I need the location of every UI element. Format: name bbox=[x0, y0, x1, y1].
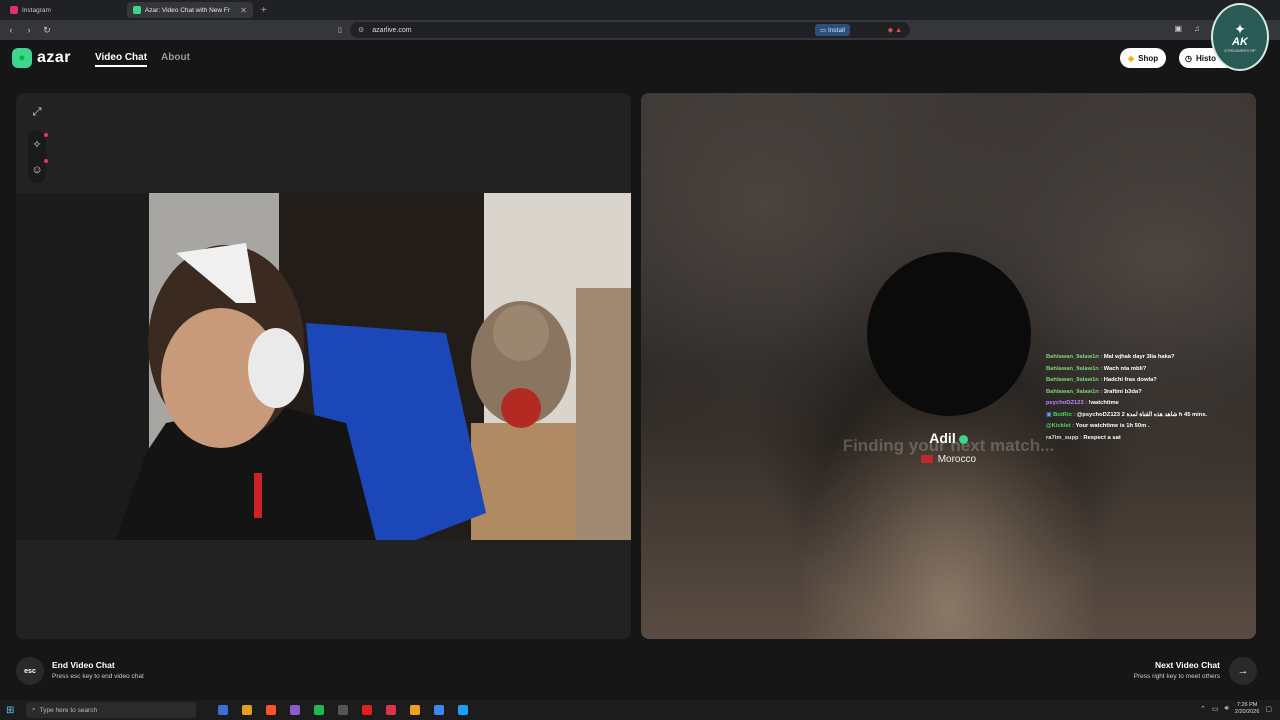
address-bar[interactable]: ▯ ⚙ azarlive.com ▭ Install ◆ ▲ bbox=[338, 22, 910, 38]
partner-avatar bbox=[867, 252, 1031, 416]
notification-dot bbox=[44, 133, 48, 137]
chat-message: Bahlawan_9alaw1n : Hadchi fras dowla? bbox=[1046, 377, 1157, 383]
back-icon[interactable]: ‹ bbox=[4, 25, 18, 35]
chat-message: @Kicklet : Your watchtime is 1h 50m . bbox=[1046, 423, 1150, 429]
instagram-favicon-icon bbox=[10, 6, 18, 14]
media-icon[interactable]: ♫ bbox=[1194, 24, 1200, 33]
magic-wand-icon[interactable]: ✧ bbox=[28, 133, 48, 153]
azar-favicon-icon bbox=[132, 6, 141, 14]
chat-message: psychoDZ123 : !watchtime bbox=[1046, 400, 1119, 406]
morocco-flag-icon bbox=[920, 455, 933, 464]
azar-logo[interactable]: ● azar bbox=[12, 48, 71, 68]
chat-message: ▣ BotRix : @psychoDZ123 2 شاهد هذه القنا… bbox=[1046, 411, 1208, 418]
install-button[interactable]: ▭ Install bbox=[815, 24, 850, 36]
nav-about[interactable]: About bbox=[161, 52, 190, 67]
notification-dot bbox=[44, 159, 48, 163]
effects-toolbar: ✧ ☺ bbox=[28, 131, 48, 183]
bookmark-icon[interactable]: ▯ bbox=[338, 26, 342, 34]
close-tab-icon[interactable]: ✕ bbox=[240, 6, 247, 15]
browser-tab-bar: Instagram Azar: Video Chat with New Fr ✕… bbox=[0, 0, 1280, 20]
chat-message: ra7im_supp : Respect a sat bbox=[1046, 434, 1121, 441]
video-tools: ⤢ ✧ ☺ bbox=[28, 103, 48, 183]
bot-icon: ▣ bbox=[1046, 411, 1052, 418]
verified-icon bbox=[958, 434, 968, 444]
taskbar-app-icon[interactable] bbox=[410, 705, 420, 715]
taskbar-apps bbox=[218, 705, 468, 715]
badge-title: AK bbox=[1232, 35, 1248, 48]
reload-icon[interactable]: ↻ bbox=[40, 25, 54, 36]
taskbar-app-icon[interactable] bbox=[290, 705, 300, 715]
badge-subtitle: STREAMERS RP bbox=[1224, 47, 1256, 53]
end-chat-hint: Press esc key to end video chat bbox=[52, 673, 144, 680]
next-chat-hint: Press right key to meet others bbox=[1133, 673, 1220, 680]
browser-toolbar: ‹ › ↻ ▯ ⚙ azarlive.com ▭ Install ◆ ▲ ▣ ♫ bbox=[0, 20, 1280, 40]
end-chat-title: End Video Chat bbox=[52, 660, 115, 670]
next-chat-button[interactable]: → bbox=[1229, 657, 1257, 685]
chat-message: Bahlawan_9alaw1n : Mal wjhak dayr 3lia h… bbox=[1046, 354, 1175, 360]
taskbar-app-icon[interactable] bbox=[218, 705, 228, 715]
clock-icon: ◷ bbox=[1185, 53, 1192, 63]
site-info-icon[interactable]: ⚙ bbox=[358, 26, 364, 34]
network-icon[interactable]: ▭ bbox=[1212, 705, 1219, 713]
forward-icon[interactable]: › bbox=[22, 25, 36, 35]
logo-text: azar bbox=[37, 49, 72, 66]
plus-icon[interactable]: + bbox=[261, 5, 267, 16]
webcam-feed bbox=[16, 193, 631, 540]
nav-video-chat[interactable]: Video Chat bbox=[95, 52, 148, 67]
clock[interactable]: 7:26 PM 2/20/2026 bbox=[1235, 702, 1259, 716]
taskbar-app-icon[interactable] bbox=[338, 705, 348, 715]
taskbar-app-icon[interactable] bbox=[434, 705, 444, 715]
end-chat-button[interactable]: esc bbox=[16, 657, 44, 685]
tab-instagram[interactable]: Instagram bbox=[4, 2, 57, 18]
azar-logo-icon: ● bbox=[12, 48, 32, 68]
gem-icon: ◆ bbox=[1128, 53, 1135, 63]
stream-chat-overlay: Bahlawan_9alaw1n : Mal wjhak dayr 3lia h… bbox=[1046, 352, 1246, 444]
brave-shield-icon[interactable]: ◆ ▲ bbox=[888, 26, 902, 34]
taskbar-app-icon[interactable] bbox=[266, 705, 276, 715]
chevron-up-icon[interactable]: ⌃ bbox=[1200, 705, 1206, 713]
sticker-icon[interactable]: ☺ bbox=[28, 159, 48, 179]
sidebar-icon[interactable]: ▣ bbox=[1174, 24, 1182, 33]
arrow-right-icon: → bbox=[1237, 665, 1249, 677]
eagle-icon: ✦ bbox=[1234, 20, 1246, 37]
taskbar-app-icon[interactable] bbox=[242, 705, 252, 715]
site-header: ● azar Video Chat About ◆ Shop ◷ Histo bbox=[0, 40, 1280, 78]
system-tray: ⌃ ▭ 🔊︎ 7:26 PM 2/20/2026 ▢ bbox=[1200, 702, 1272, 716]
expand-icon[interactable]: ⤢ bbox=[28, 103, 46, 121]
tab-azar[interactable]: Azar: Video Chat with New Fr ✕ bbox=[126, 2, 253, 18]
url-text: azarlive.com bbox=[372, 26, 412, 34]
webcam-scene bbox=[16, 193, 631, 540]
my-video-panel: ⤢ ✧ ☺ bbox=[16, 93, 631, 639]
taskbar-search[interactable]: ⌕ Type here to search bbox=[26, 702, 196, 718]
taskbar-app-icon[interactable] bbox=[458, 705, 468, 715]
volume-icon[interactable]: 🔊︎ bbox=[1224, 705, 1228, 713]
streamer-badge: ✦ AK STREAMERS RP bbox=[1211, 3, 1269, 71]
windows-start-icon[interactable]: ⊞ bbox=[6, 705, 18, 716]
search-icon: ⌕ bbox=[32, 706, 36, 713]
chat-message: Bahlawan_9alaw1n : 3raftini b3da? bbox=[1046, 388, 1142, 395]
tab-label: Instagram bbox=[22, 6, 51, 14]
next-chat-title: Next Video Chat bbox=[1154, 660, 1220, 670]
main-nav: Video Chat About bbox=[95, 52, 190, 67]
partner-country: Morocco bbox=[641, 454, 1256, 465]
taskbar: ⊞ ⌕ Type here to search ⌃ ▭ 🔊︎ 7:26 PM 2… bbox=[0, 700, 1280, 720]
notification-icon[interactable]: ▢ bbox=[1265, 705, 1272, 713]
shop-button[interactable]: ◆ Shop bbox=[1120, 48, 1167, 68]
taskbar-app-icon[interactable] bbox=[386, 705, 396, 715]
chat-message: Bahlawan_9alaw1n : Wach nta mbli? bbox=[1046, 365, 1147, 372]
tab-label: Azar: Video Chat with New Fr bbox=[144, 6, 231, 14]
toolbar-right-icons: ▣ ♫ bbox=[1174, 24, 1200, 33]
taskbar-app-icon[interactable] bbox=[362, 705, 372, 715]
taskbar-app-icon[interactable] bbox=[314, 705, 324, 715]
